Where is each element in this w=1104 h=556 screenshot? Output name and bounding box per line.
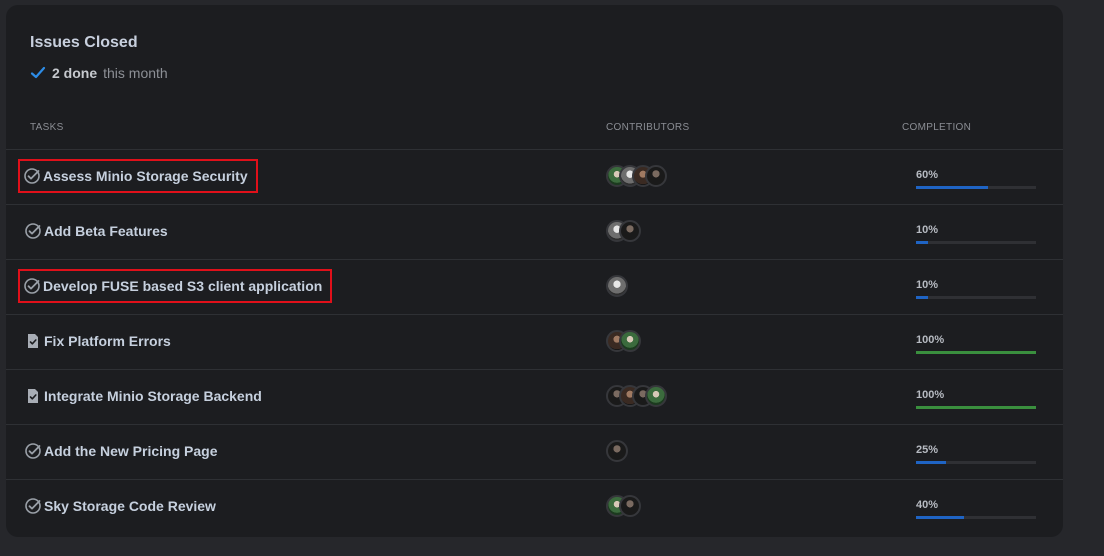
contributor-avatars [606, 275, 628, 297]
contributor-avatars [606, 330, 641, 352]
progress-fill [916, 406, 1036, 409]
task-row[interactable]: Add the New Pricing Page 25% [6, 425, 1063, 480]
progress-bar [916, 461, 1036, 464]
avatar[interactable] [619, 330, 641, 352]
completion: 100% [916, 389, 1036, 409]
task-row[interactable]: Add Beta Features 10% [6, 205, 1063, 260]
completion-percent: 40% [916, 499, 939, 511]
task-name: Integrate Minio Storage Backend [44, 388, 262, 404]
completion-percent: 10% [916, 279, 939, 291]
task-name: Develop FUSE based S3 client application [43, 278, 323, 294]
task-title[interactable]: Add the New Pricing Page [24, 442, 217, 460]
task-row[interactable]: Integrate Minio Storage Backend 100% [6, 370, 1063, 425]
progress-bar [916, 406, 1036, 409]
progress-bar [916, 351, 1036, 354]
task-title[interactable]: Integrate Minio Storage Backend [24, 387, 262, 405]
done-count: 2 done [52, 65, 98, 81]
column-header-completion: COMPLETION [902, 122, 972, 133]
task-title[interactable]: Develop FUSE based S3 client application [17, 269, 333, 303]
column-header-contributors: CONTRIBUTORS [606, 122, 690, 133]
check-circle-icon [24, 442, 42, 460]
task-name: Fix Platform Errors [44, 333, 171, 349]
avatar[interactable] [619, 220, 641, 242]
table-header: TASKS CONTRIBUTORS COMPLETION [6, 122, 1063, 150]
task-title[interactable]: Sky Storage Code Review [24, 497, 216, 515]
avatar[interactable] [645, 385, 667, 407]
completion-percent: 100% [916, 334, 945, 346]
progress-fill [916, 516, 964, 519]
progress-fill [916, 351, 1036, 354]
progress-fill [916, 296, 928, 299]
completion: 10% [916, 224, 1036, 244]
column-header-tasks: TASKS [30, 122, 64, 133]
task-row[interactable]: Sky Storage Code Review 40% [6, 480, 1063, 534]
task-name: Add Beta Features [44, 223, 168, 239]
card-title: Issues Closed [30, 34, 138, 51]
avatar[interactable] [645, 165, 667, 187]
completion-percent: 60% [916, 169, 939, 181]
avatar[interactable] [606, 440, 628, 462]
progress-bar [916, 296, 1036, 299]
progress-fill [916, 186, 988, 189]
progress-fill [916, 461, 946, 464]
issues-closed-card: Issues Closed 2 done this month TASKS CO… [6, 5, 1063, 537]
completion: 100% [916, 334, 1036, 354]
task-list: Assess Minio Storage Security 60% Add Beta… [6, 150, 1063, 534]
task-row[interactable]: Develop FUSE based S3 client application… [6, 260, 1063, 315]
completion-percent: 100% [916, 389, 945, 401]
progress-bar [916, 241, 1036, 244]
done-summary: 2 done this month [30, 65, 168, 81]
document-check-icon [24, 387, 42, 405]
check-circle-icon [23, 167, 41, 185]
completion: 40% [916, 499, 1036, 519]
contributor-avatars [606, 220, 641, 242]
check-circle-icon [23, 277, 41, 295]
check-circle-icon [24, 497, 42, 515]
checkmark-icon [30, 66, 46, 80]
completion-percent: 10% [916, 224, 939, 236]
task-name: Assess Minio Storage Security [43, 168, 248, 184]
task-row[interactable]: Fix Platform Errors 100% [6, 315, 1063, 370]
contributor-avatars [606, 385, 667, 407]
avatar[interactable] [619, 495, 641, 517]
task-name: Add the New Pricing Page [44, 443, 218, 459]
task-title[interactable]: Fix Platform Errors [24, 332, 171, 350]
check-circle-icon [24, 222, 42, 240]
completion: 25% [916, 444, 1036, 464]
contributor-avatars [606, 495, 641, 517]
contributor-avatars [606, 440, 628, 462]
progress-fill [916, 241, 928, 244]
done-suffix: this month [103, 65, 168, 81]
progress-bar [916, 516, 1036, 519]
completion: 60% [916, 169, 1036, 189]
completion-percent: 25% [916, 444, 939, 456]
progress-bar [916, 186, 1036, 189]
document-check-icon [24, 332, 42, 350]
contributor-avatars [606, 165, 667, 187]
task-row[interactable]: Assess Minio Storage Security 60% [6, 150, 1063, 205]
task-title[interactable]: Assess Minio Storage Security [18, 159, 258, 193]
task-title[interactable]: Add Beta Features [24, 222, 168, 240]
completion: 10% [916, 279, 1036, 299]
avatar[interactable] [606, 275, 628, 297]
task-name: Sky Storage Code Review [44, 498, 216, 514]
